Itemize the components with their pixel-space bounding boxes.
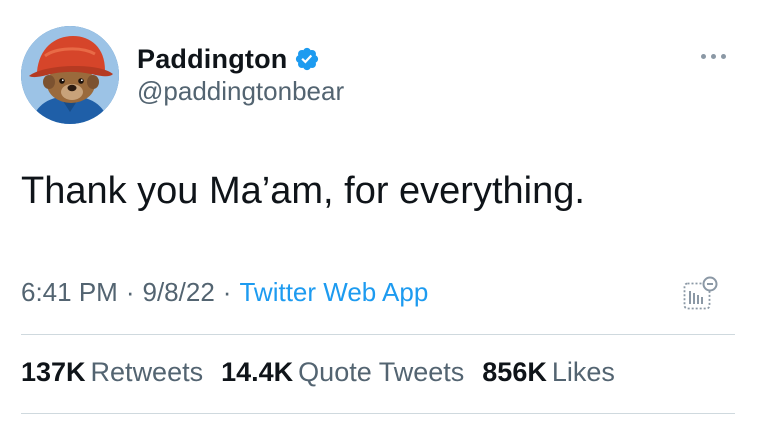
more-dot	[700, 53, 706, 59]
tweet-meta: 6:41 PM · 9/8/22 · Twitter Web App	[21, 277, 428, 308]
retweets-label: Retweets	[90, 357, 204, 387]
more-options-icon[interactable]	[696, 48, 730, 64]
verified-badge-icon	[294, 46, 320, 72]
analytics-icon[interactable]	[682, 275, 720, 313]
tweet-source-link[interactable]: Twitter Web App	[239, 277, 428, 307]
tweet-text: Thank you Ma’am, for everything.	[21, 170, 585, 212]
avatar[interactable]	[21, 26, 119, 124]
retweets-stat[interactable]: 137K Retweets	[21, 357, 203, 388]
tweet-card: Paddington @paddingtonbear Thank you Ma’…	[0, 0, 765, 440]
quote-tweets-label: Quote Tweets	[298, 357, 465, 387]
meta-separator: ·	[222, 277, 232, 307]
divider	[21, 334, 735, 335]
more-dot	[710, 53, 716, 59]
retweets-count: 137K	[21, 357, 86, 387]
paddington-avatar-image	[21, 26, 119, 124]
author-display-name[interactable]: Paddington	[137, 44, 287, 75]
engagement-stats: 137K Retweets 14.4K Quote Tweets 856K Likes	[21, 357, 615, 388]
tweet-date[interactable]: 9/8/22	[143, 277, 215, 307]
quote-tweets-count: 14.4K	[221, 357, 294, 387]
quote-tweets-stat[interactable]: 14.4K Quote Tweets	[221, 357, 464, 388]
likes-count: 856K	[482, 357, 547, 387]
more-dot	[720, 53, 726, 59]
likes-stat[interactable]: 856K Likes	[482, 357, 615, 388]
tweet-time[interactable]: 6:41 PM	[21, 277, 118, 307]
likes-label: Likes	[551, 357, 615, 387]
meta-separator: ·	[125, 277, 135, 307]
divider	[21, 413, 735, 414]
author-handle[interactable]: @paddingtonbear	[137, 76, 344, 107]
author-name-row: Paddington	[137, 42, 320, 76]
